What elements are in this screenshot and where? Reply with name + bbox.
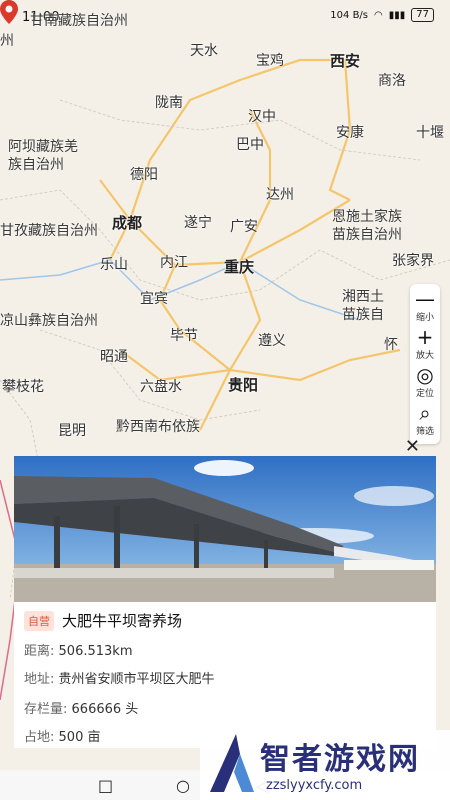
city-label: 六盘水 (140, 379, 182, 395)
city-label: 商洛 (378, 73, 406, 89)
zoom-in-label: 放大 (415, 351, 434, 361)
locate-label: 定位 (415, 389, 434, 399)
city-label: 宝鸡 (256, 53, 284, 69)
area-value: 500 亩 (58, 730, 101, 745)
city-label: 毕节 (170, 328, 198, 344)
locate-icon: ◎ (416, 363, 434, 387)
region-label: 怀 (384, 337, 398, 353)
zoom-out-label: 缩小 (415, 313, 434, 323)
city-label: 广安 (230, 219, 258, 235)
brand-watermark: 智者游戏网 zzslyyxcfy.com (200, 730, 450, 800)
distance-row: 距离: 506.513km (24, 640, 132, 659)
region-label: 甘孜藏族自治州 (0, 223, 98, 239)
region-label: 湘西土 苗族自 (342, 289, 384, 323)
farm-info-card[interactable]: 自营 大肥牛平坝寄养场 距离: 506.513km 地址: 贵州省安顺市平坝区大… (14, 456, 436, 748)
city-label: 德阳 (130, 167, 158, 183)
city-label: 成都 (112, 214, 143, 232)
address-value: 贵州省安顺市平坝区大肥牛 (58, 672, 215, 687)
plus-icon: + (416, 325, 434, 349)
city-label: 昆明 (58, 423, 86, 439)
farm-title: 大肥牛平坝寄养场 (62, 612, 183, 630)
city-label: 乐山 (100, 257, 128, 273)
city-label: 宜宾 (140, 291, 168, 307)
search-icon: ⌕ (419, 401, 431, 425)
farm-photo (14, 456, 436, 602)
zoom-in-button[interactable]: + 放大 (410, 326, 440, 364)
distance-value: 506.513km (58, 644, 133, 659)
area-row: 占地: 500 亩 (24, 726, 100, 745)
minus-icon: — (415, 287, 435, 311)
city-label: 昭通 (100, 349, 128, 365)
region-label: 甘南藏族自治州 (30, 13, 128, 29)
region-label: 恩施土家族 苗族自治州 (332, 209, 402, 243)
address-label: 地址: (24, 672, 55, 687)
area-label: 占地: (24, 730, 55, 745)
battery-icon: 77 (411, 8, 434, 22)
city-label: 汉中 (248, 109, 276, 125)
city-label: 内江 (160, 255, 188, 271)
signal-icon: ▮▮▮ (388, 9, 406, 21)
self-operated-badge: 自营 (24, 610, 54, 631)
city-label: 安康 (336, 125, 364, 141)
city-label: 十堰 (416, 125, 444, 141)
city-label: 遵义 (258, 333, 286, 349)
locate-button[interactable]: ◎ 定位 (410, 364, 440, 402)
brand-name: 智者游戏网 (260, 742, 420, 777)
close-icon[interactable]: ✕ (405, 436, 420, 457)
zoom-out-button[interactable]: — 缩小 (410, 288, 440, 326)
city-label: 天水 (190, 43, 218, 59)
distance-label: 距离: (24, 644, 55, 659)
city-label: 遂宁 (184, 215, 212, 231)
city-label: 攀枝花 (2, 379, 44, 395)
location-pin-icon[interactable] (0, 0, 18, 24)
stock-label: 存栏量: (24, 702, 68, 717)
net-speed: 104 B/s (330, 9, 369, 21)
region-label: 黔西南布依族 (116, 419, 200, 435)
card-title-row: 自营 大肥牛平坝寄养场 (24, 610, 182, 631)
brand-logo-icon (210, 734, 254, 792)
city-label: 陇南 (155, 95, 183, 111)
region-label: 凉山彝族自治州 (0, 313, 98, 329)
status-icons: 104 B/s ◠ ▮▮▮ 77 (330, 8, 434, 22)
address-row: 地址: 贵州省安顺市平坝区大肥牛 (24, 668, 215, 687)
city-label: 西安 (330, 52, 361, 70)
recents-button[interactable]: □ (98, 776, 113, 795)
city-label: 重庆 (224, 258, 255, 276)
city-label: 贵阳 (228, 376, 259, 394)
stock-row: 存栏量: 666666 头 (24, 698, 138, 717)
wifi-icon: ◠ (374, 9, 383, 21)
map-controls: — 缩小 + 放大 ◎ 定位 ⌕ 筛选 (410, 284, 440, 444)
region-label: 阿坝藏族羌 族自治州 (8, 139, 78, 173)
home-button[interactable]: ○ (176, 776, 190, 795)
region-label: 州 (0, 33, 14, 49)
filter-button[interactable]: ⌕ 筛选 (410, 402, 440, 440)
city-label: 巴中 (236, 137, 264, 153)
city-label: 张家界 (392, 253, 434, 269)
brand-url: zzslyyxcfy.com (266, 778, 363, 793)
city-label: 达州 (266, 187, 294, 203)
stock-value: 666666 头 (71, 702, 139, 717)
